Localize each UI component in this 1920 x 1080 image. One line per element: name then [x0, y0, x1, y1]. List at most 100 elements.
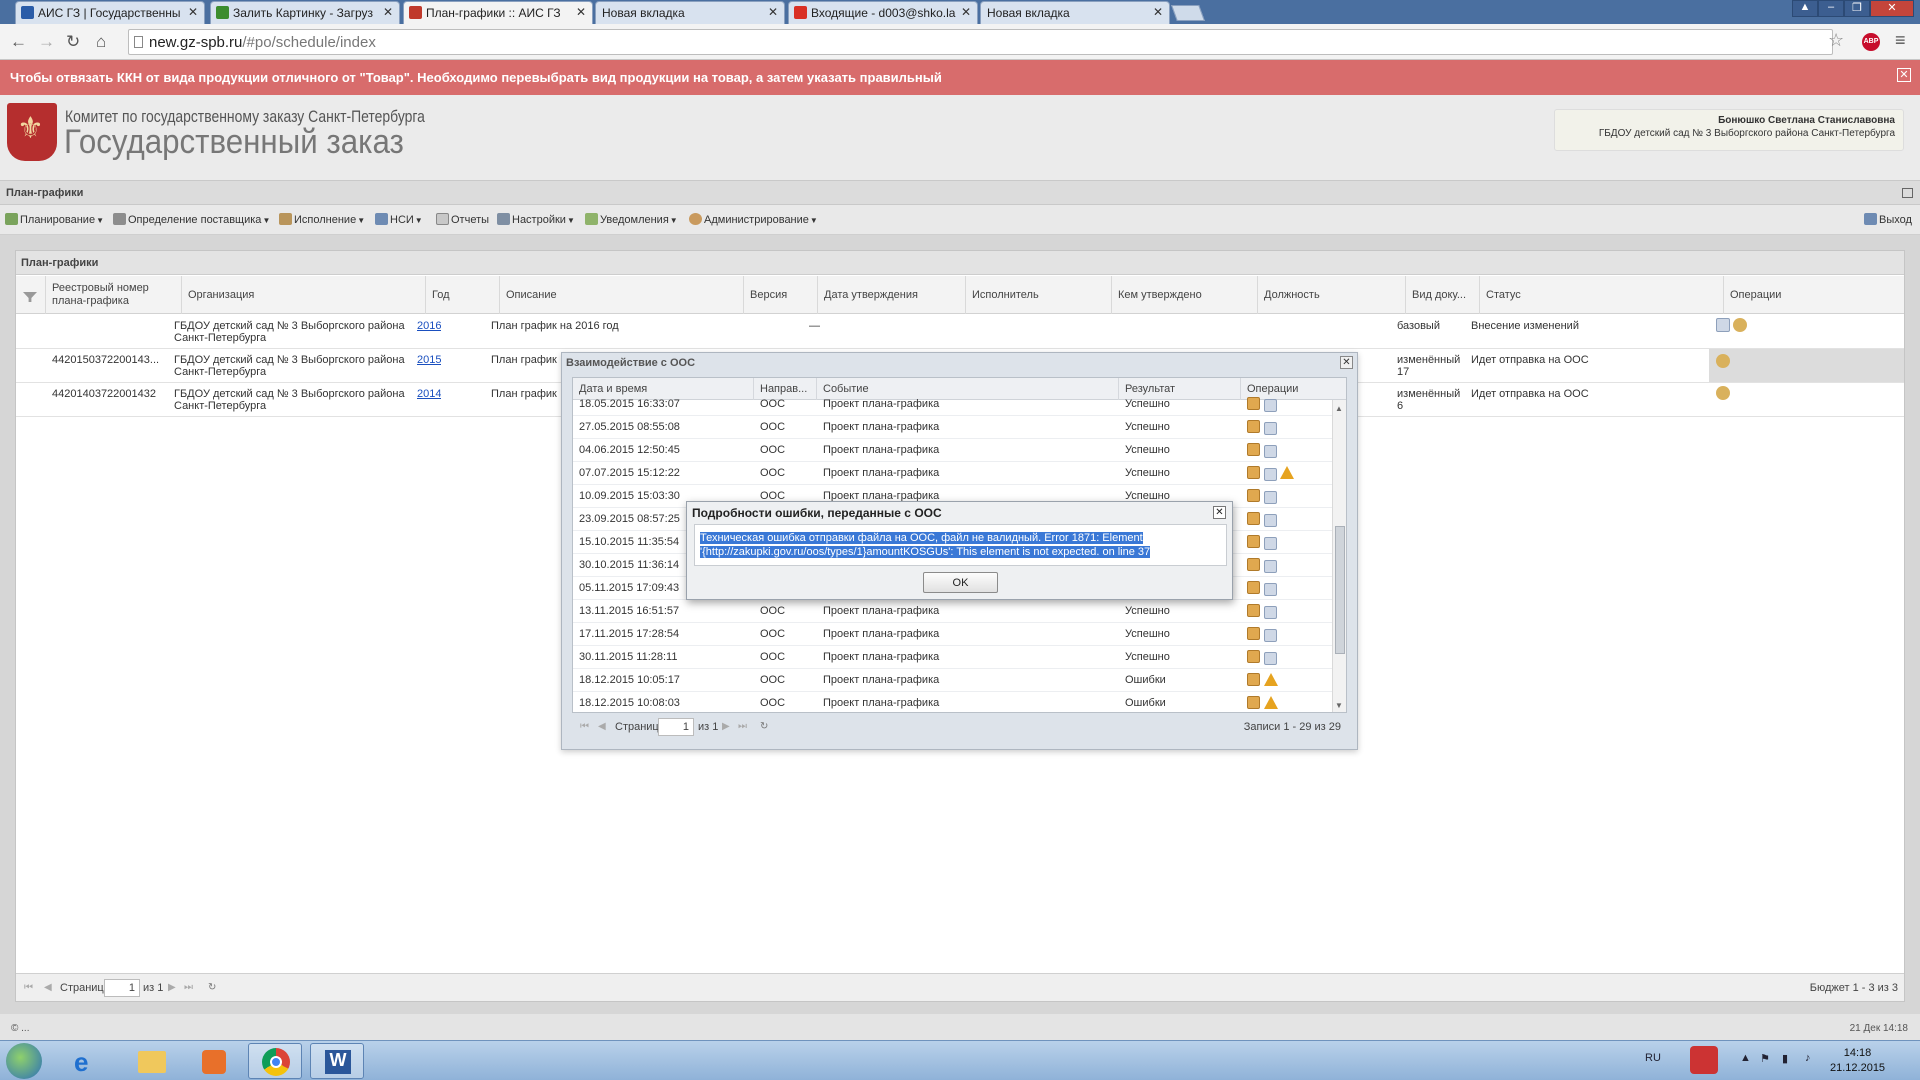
scroll-down-icon[interactable]: ▼ — [1335, 701, 1343, 710]
refresh-icon[interactable]: ↻ — [760, 721, 768, 732]
document-icon[interactable] — [1716, 318, 1730, 332]
col-operations[interactable]: Операции — [1724, 276, 1904, 314]
tab-gmail[interactable]: Входящие - d003@shko.la ✕ — [788, 1, 978, 24]
emblem-icon[interactable] — [1716, 354, 1730, 368]
hamburger-menu-icon[interactable]: ≡ — [1895, 30, 1906, 51]
new-tab-button[interactable] — [1171, 5, 1205, 21]
volume-tray-icon[interactable]: ♪ — [1805, 1052, 1811, 1064]
col-organization[interactable]: Организация — [182, 276, 426, 314]
document-icon[interactable] — [1264, 628, 1277, 642]
window-close-icon[interactable]: ✕ — [1870, 0, 1914, 17]
oos-log-row[interactable]: 04.06.2015 12:50:45 ООС Проект плана-графи… — [573, 439, 1333, 462]
table-row[interactable]: ГБДОУ детский сад № 3 Выборгского района… — [16, 315, 1904, 349]
oos-log-row[interactable]: 27.05.2015 08:55:08 ООС Проект плана-графи… — [573, 416, 1333, 439]
prev-page-icon[interactable]: ◀ — [598, 721, 606, 732]
restore-icon[interactable]: ❐ — [1844, 0, 1870, 17]
network-tray-icon[interactable]: ▮ — [1782, 1052, 1788, 1065]
package-icon[interactable] — [1247, 535, 1260, 548]
media-player-taskbar-icon[interactable] — [186, 1043, 240, 1079]
col-year[interactable]: Год — [426, 276, 500, 314]
col-position[interactable]: Должность — [1258, 276, 1406, 314]
collapse-icon[interactable] — [1902, 188, 1913, 198]
error-message[interactable]: Техническая ошибка отправки файла на ООС… — [694, 524, 1227, 566]
col-status[interactable]: Статус — [1480, 276, 1724, 314]
show-hidden-icons-icon[interactable]: ▲ — [1740, 1052, 1751, 1064]
bookmark-star-icon[interactable]: ☆ — [1828, 30, 1844, 51]
emblem-icon[interactable] — [1716, 386, 1730, 400]
document-icon[interactable] — [1264, 444, 1277, 458]
document-icon[interactable] — [1264, 605, 1277, 619]
tab-new-1[interactable]: Новая вкладка ✕ — [595, 1, 785, 24]
reload-icon[interactable]: ↻ — [66, 32, 80, 52]
menu-settings[interactable]: Настройки▼ — [497, 213, 575, 226]
windows-start-icon[interactable] — [6, 1043, 42, 1079]
col-doc-type[interactable]: Вид доку... — [1406, 276, 1480, 314]
close-icon[interactable]: ✕ — [576, 5, 586, 19]
menu-reference[interactable]: НСИ▼ — [375, 213, 423, 226]
menu-execution[interactable]: Исполнение▼ — [279, 213, 365, 226]
ie-taskbar-icon[interactable]: e — [62, 1043, 116, 1079]
forward-icon[interactable]: → — [38, 32, 55, 52]
document-icon[interactable] — [1264, 536, 1277, 550]
back-icon[interactable]: ← — [10, 32, 27, 52]
package-icon[interactable] — [1247, 420, 1260, 433]
exit-button[interactable]: Выход — [1864, 213, 1912, 226]
tab-schedules[interactable]: План-графики :: АИС ГЗ ✕ — [403, 1, 593, 24]
oos-log-row[interactable]: 07.07.2015 15:12:22 ООС Проект плана-графи… — [573, 462, 1333, 485]
ok-button[interactable]: OK — [923, 572, 998, 593]
close-icon[interactable]: ✕ — [1153, 5, 1163, 19]
next-page-icon[interactable]: ▶ — [722, 721, 730, 732]
package-icon[interactable] — [1247, 581, 1260, 594]
last-page-icon[interactable]: ⏭ — [738, 721, 747, 732]
document-icon[interactable] — [1264, 421, 1277, 435]
word-taskbar-icon[interactable]: W — [310, 1043, 364, 1079]
package-icon[interactable] — [1247, 466, 1260, 479]
year-link[interactable]: 2015 — [417, 354, 441, 366]
oos-log-row[interactable]: 18.05.2015 16:33:07 ООС Проект плана-графи… — [573, 393, 1333, 416]
filter-column[interactable] — [16, 276, 46, 314]
col-description[interactable]: Описание — [500, 276, 744, 314]
close-icon[interactable]: ✕ — [1340, 356, 1353, 369]
explorer-taskbar-icon[interactable] — [124, 1043, 178, 1079]
col-version[interactable]: Версия — [744, 276, 818, 314]
year-link[interactable]: 2014 — [417, 388, 441, 400]
document-icon[interactable] — [1264, 559, 1277, 573]
next-page-icon[interactable]: ▶ — [168, 982, 176, 993]
adblock-icon[interactable]: ABP — [1862, 33, 1880, 51]
package-icon[interactable] — [1247, 489, 1260, 502]
menu-notifications[interactable]: Уведомления▼ — [585, 213, 678, 226]
warning-icon[interactable] — [1264, 673, 1278, 686]
scroll-up-icon[interactable]: ▲ — [1335, 404, 1343, 413]
package-icon[interactable] — [1247, 443, 1260, 456]
oos-log-row[interactable]: 17.11.2015 17:28:54 ООС Проект плана-графи… — [573, 623, 1333, 646]
language-indicator[interactable]: RU — [1645, 1052, 1661, 1064]
close-icon[interactable]: ✕ — [188, 5, 198, 19]
col-executor[interactable]: Исполнитель — [966, 276, 1112, 314]
document-icon[interactable] — [1264, 513, 1277, 527]
first-page-icon[interactable]: ⏮ — [580, 721, 589, 732]
vertical-scrollbar[interactable]: ▲ ▼ — [1332, 400, 1346, 712]
prev-page-icon[interactable]: ◀ — [44, 982, 52, 993]
tab-ais-gz[interactable]: АИС ГЗ | Государственны ✕ — [15, 1, 205, 24]
page-input[interactable]: 1 — [104, 979, 140, 997]
close-icon[interactable]: ✕ — [1897, 68, 1911, 82]
document-icon[interactable] — [1264, 398, 1277, 412]
close-icon[interactable]: ✕ — [768, 5, 778, 19]
address-bar[interactable]: new.gz-spb.ru/#po/schedule/index — [128, 29, 1833, 55]
first-page-icon[interactable]: ⏮ — [24, 982, 33, 993]
col-approval-date[interactable]: Дата утверждения — [818, 276, 966, 314]
user-info[interactable]: Бонюшко Светлана Станиславовна ГБДОУ дет… — [1554, 109, 1904, 151]
package-icon[interactable] — [1247, 512, 1260, 525]
package-icon[interactable] — [1247, 650, 1260, 663]
oos-log-row[interactable]: 30.11.2015 11:28:11 ООС Проект плана-графи… — [573, 646, 1333, 669]
package-icon[interactable] — [1247, 397, 1260, 410]
package-icon[interactable] — [1247, 627, 1260, 640]
tab-new-2[interactable]: Новая вкладка ✕ — [980, 1, 1170, 24]
package-icon[interactable] — [1247, 604, 1260, 617]
chrome-taskbar-icon[interactable] — [248, 1043, 302, 1079]
close-icon[interactable]: ✕ — [961, 5, 971, 19]
close-icon[interactable]: ✕ — [383, 5, 393, 19]
document-icon[interactable] — [1264, 651, 1277, 665]
oos-log-row[interactable]: 18.12.2015 10:05:17 ООС Проект плана-графи… — [573, 669, 1333, 692]
scroll-thumb[interactable] — [1335, 526, 1345, 654]
